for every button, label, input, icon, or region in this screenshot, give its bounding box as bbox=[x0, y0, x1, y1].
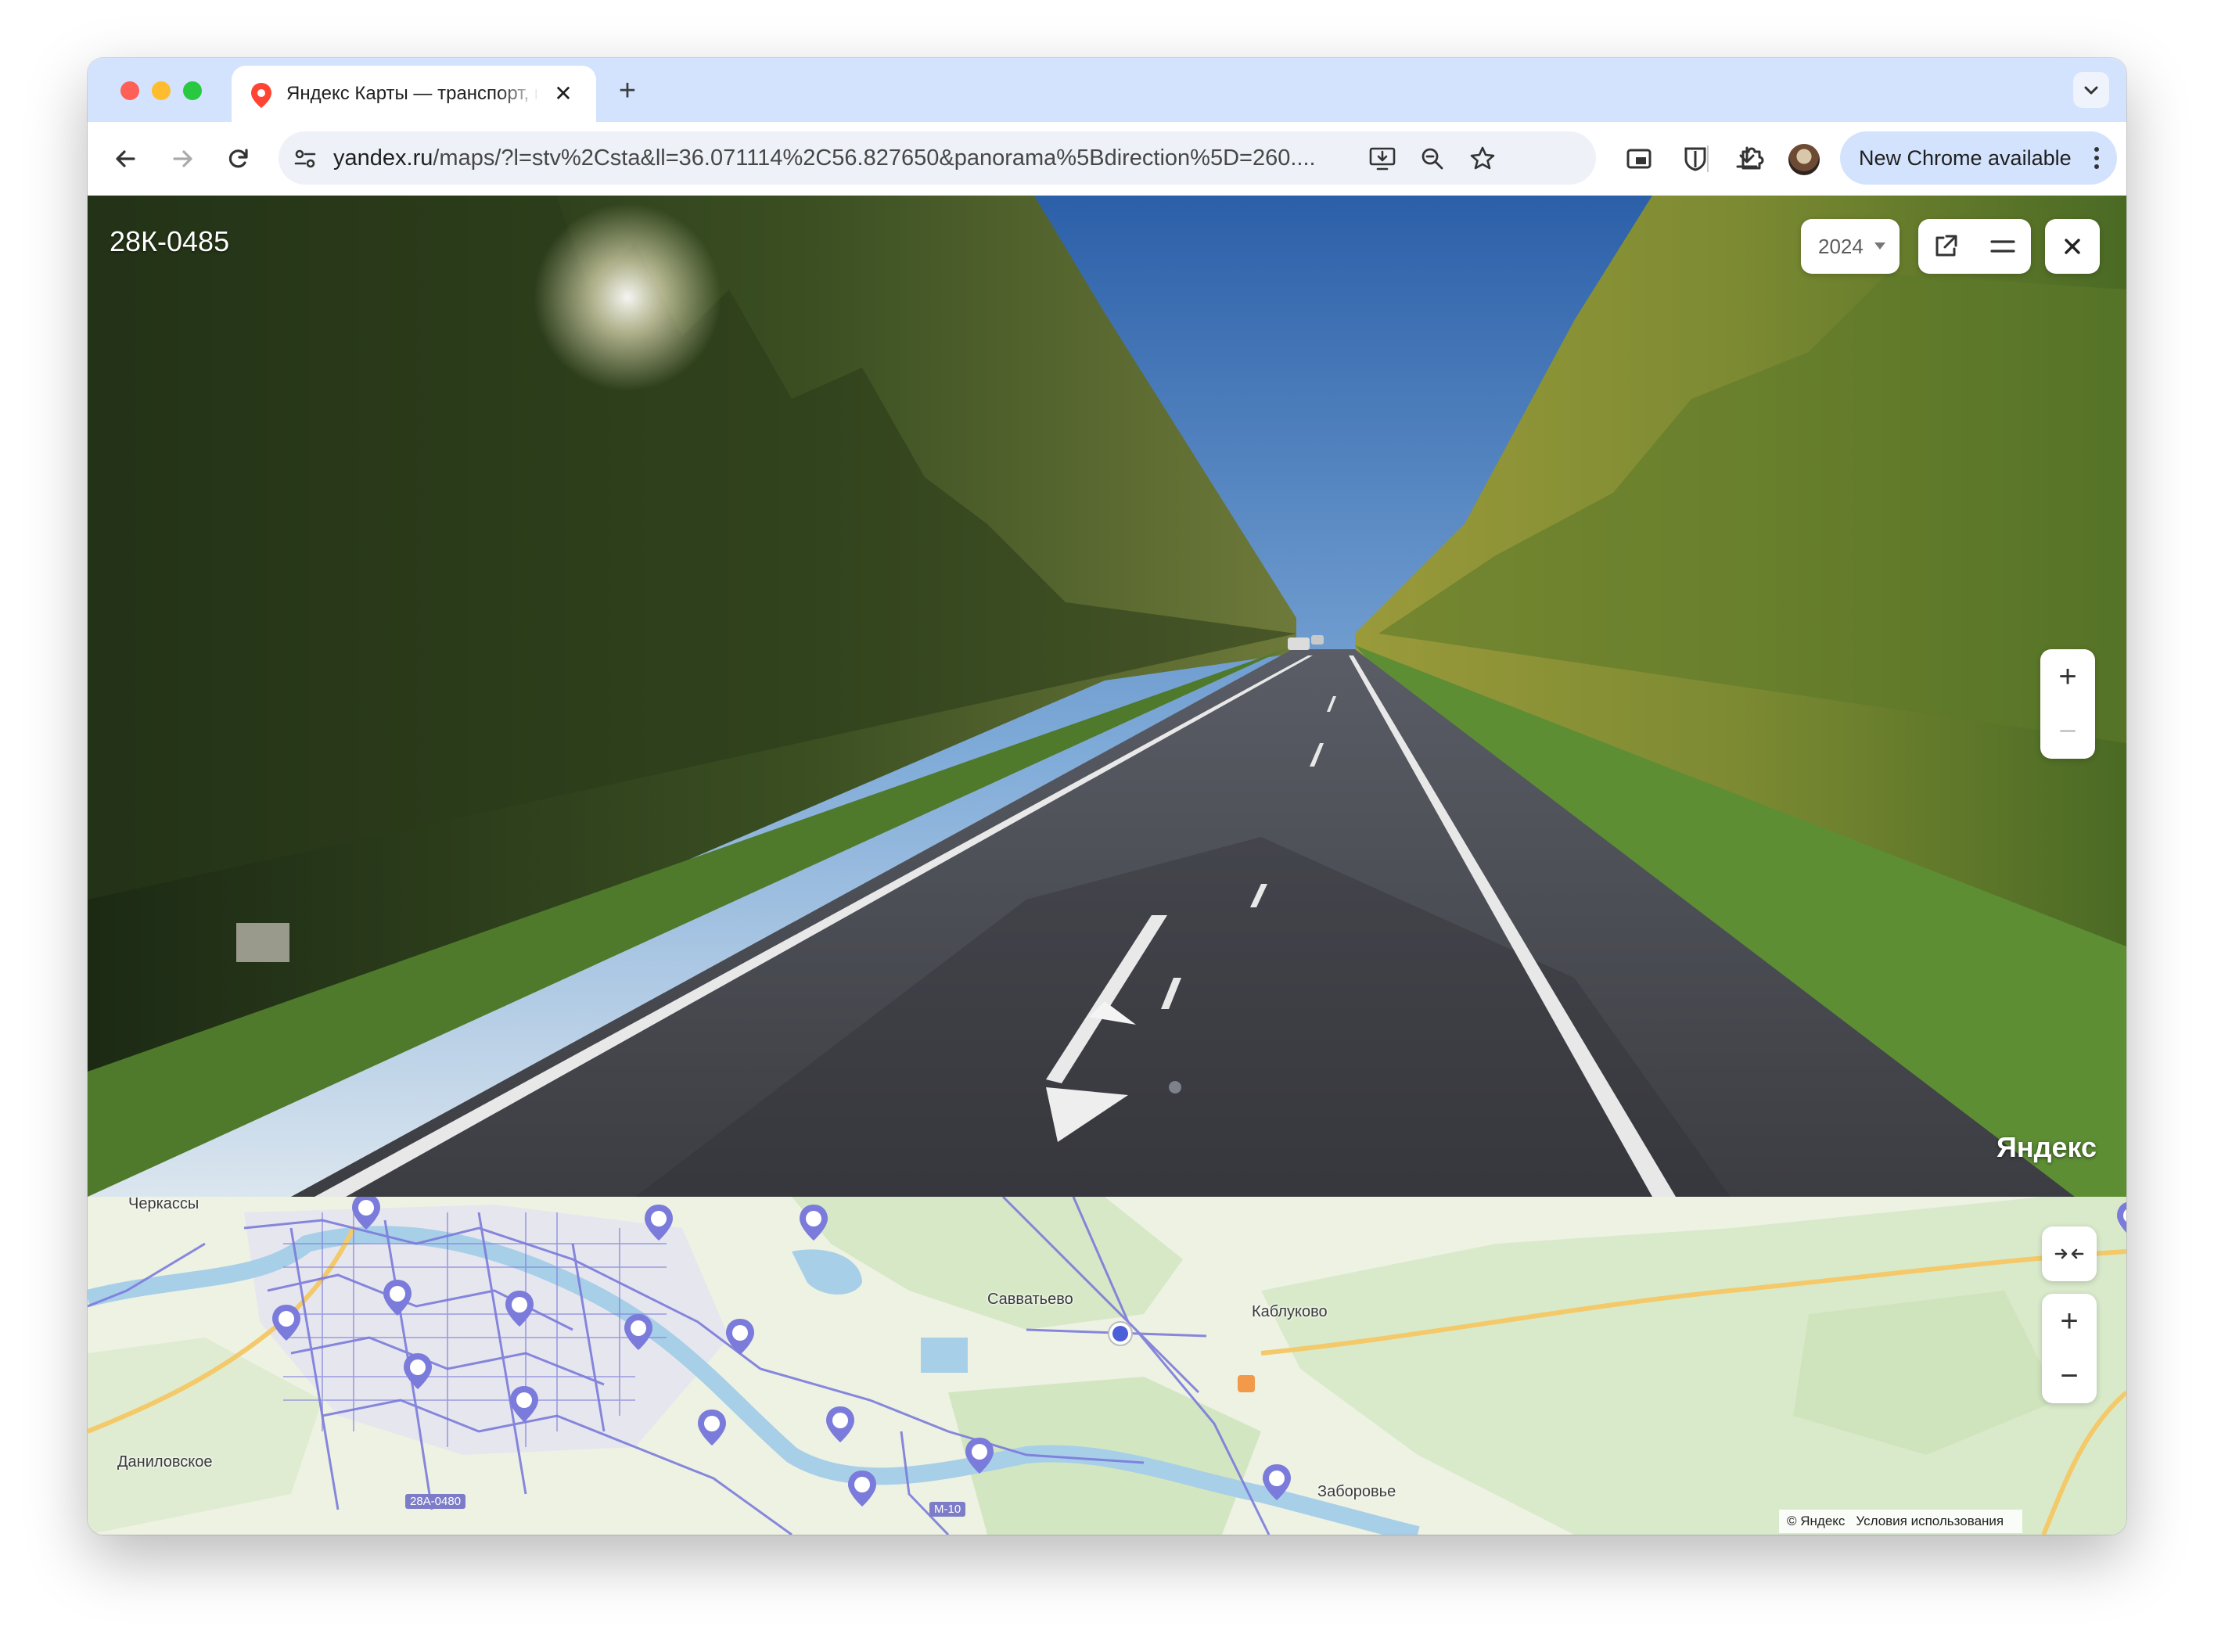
url-path: /maps/?l=stv%2Csta&ll=36.071114%2C56.827… bbox=[433, 145, 1316, 171]
collapse-map-button[interactable] bbox=[2042, 1226, 2097, 1281]
profile-avatar[interactable] bbox=[1788, 144, 1820, 175]
panorama-zoom-controls: + − bbox=[2040, 649, 2095, 759]
transit-stop-icon[interactable] bbox=[723, 1317, 757, 1356]
zoom-icon[interactable] bbox=[1418, 144, 1447, 174]
transit-stop-icon[interactable] bbox=[695, 1408, 729, 1447]
maximize-window-button[interactable] bbox=[183, 81, 202, 100]
browser-window: Яндекс Карты — транспорт, навигация, пои… bbox=[88, 58, 2126, 1535]
split-view-button[interactable] bbox=[1975, 219, 2031, 274]
arrow-left-icon bbox=[116, 150, 135, 167]
forward-button[interactable] bbox=[164, 141, 200, 177]
browser-toolbar: yandex.ru/maps/?l=stv%2Csta&ll=36.071114… bbox=[88, 122, 2126, 196]
panorama-view-controls bbox=[1918, 219, 2031, 274]
tab-strip: Яндекс Карты — транспорт, навигация, пои… bbox=[88, 58, 2126, 122]
caret-down-icon bbox=[1874, 242, 1885, 250]
toolbar-separator bbox=[1707, 145, 1709, 172]
update-label: New Chrome available bbox=[1859, 146, 2072, 170]
arrow-right-icon bbox=[173, 150, 192, 167]
reload-icon bbox=[228, 149, 248, 168]
yandex-logo: Яндекс bbox=[1997, 1131, 2097, 1163]
transit-stop-icon[interactable] bbox=[642, 1203, 676, 1242]
transit-stop-icon[interactable] bbox=[621, 1313, 656, 1352]
tab-search-button[interactable] bbox=[2073, 72, 2109, 108]
transit-stop-icon[interactable] bbox=[507, 1384, 541, 1424]
panorama-zoom-in-button[interactable]: + bbox=[2040, 649, 2095, 704]
bookmark-star-icon[interactable] bbox=[1468, 144, 1497, 174]
road-badge-28a-0480: 28А-0480 bbox=[405, 1494, 466, 1509]
map-label-zaborovye: Заборовье bbox=[1317, 1483, 1396, 1500]
map-zoom-controls: + − bbox=[2042, 1294, 2097, 1403]
map-label-cherkassy: Черкассы bbox=[128, 1197, 199, 1212]
transit-stop-icon[interactable] bbox=[502, 1289, 537, 1328]
back-button[interactable] bbox=[108, 141, 144, 177]
new-chrome-available-button[interactable]: New Chrome available bbox=[1840, 131, 2117, 185]
map-zoom-out-button[interactable]: − bbox=[2042, 1349, 2097, 1403]
download-icon bbox=[1736, 146, 1758, 168]
map-attribution: © Яндекс Условия использования bbox=[1779, 1510, 2023, 1533]
transit-stop-icon[interactable] bbox=[380, 1278, 415, 1317]
transit-stop-icon[interactable] bbox=[349, 1197, 383, 1231]
map-label-savvatyevo: Савватьево bbox=[987, 1291, 1073, 1308]
close-panorama-button[interactable] bbox=[2045, 219, 2100, 274]
transit-stop-icon[interactable] bbox=[823, 1405, 857, 1444]
picture-in-picture-icon bbox=[1626, 149, 1652, 169]
map-pin-icon bbox=[251, 83, 271, 108]
map-zoom-in-button[interactable]: + bbox=[2042, 1294, 2097, 1349]
download-button[interactable] bbox=[1729, 141, 1765, 177]
open-in-new-window-button[interactable] bbox=[1918, 219, 1975, 274]
street-panorama[interactable]: 28К-0485 2024 + − Яндекс bbox=[88, 196, 2126, 1197]
transit-stop-icon[interactable] bbox=[401, 1352, 435, 1391]
transit-stop-icon[interactable] bbox=[796, 1203, 831, 1242]
picture-in-picture-button[interactable] bbox=[1621, 141, 1657, 177]
road-name-label: 28К-0485 bbox=[110, 225, 230, 257]
transit-stop-icon[interactable] bbox=[1260, 1463, 1294, 1502]
transit-stop-icon[interactable] bbox=[962, 1436, 997, 1475]
transit-stop-icon[interactable] bbox=[845, 1469, 879, 1508]
panorama-zoom-out-button[interactable]: − bbox=[2040, 704, 2095, 759]
split-view-icon bbox=[1990, 240, 2015, 253]
reload-button[interactable] bbox=[221, 141, 257, 177]
copyright-text: © Яндекс bbox=[1787, 1514, 1846, 1528]
minimize-window-button[interactable] bbox=[152, 81, 171, 100]
map-label-danilovskoe: Даниловское bbox=[117, 1453, 213, 1471]
map-label-kablukovo: Каблуково bbox=[1252, 1303, 1328, 1320]
url-host: yandex.ru bbox=[333, 145, 433, 171]
tab-yandex-maps[interactable]: Яндекс Карты — транспорт, навигация, пои… bbox=[232, 66, 596, 122]
road-badge-m10: М-10 bbox=[929, 1502, 966, 1517]
url-text[interactable]: yandex.ru/maps/?l=stv%2Csta&ll=36.071114… bbox=[333, 145, 1342, 172]
external-link-icon bbox=[1935, 235, 1957, 257]
year-value: 2024 bbox=[1818, 235, 1864, 258]
install-app-icon[interactable] bbox=[1368, 144, 1397, 174]
close-window-button[interactable] bbox=[120, 81, 139, 100]
mini-map[interactable]: Черкассы Савватьево Каблуково Даниловско… bbox=[88, 1197, 2126, 1535]
close-icon bbox=[2065, 239, 2080, 254]
chevron-down-icon bbox=[2084, 86, 2098, 95]
more-vertical-icon bbox=[2094, 147, 2099, 169]
terms-of-use-link[interactable]: Условия использования bbox=[1856, 1514, 2004, 1528]
site-settings-icon[interactable] bbox=[291, 145, 319, 173]
address-bar[interactable]: yandex.ru/maps/?l=stv%2Csta&ll=36.071114… bbox=[279, 131, 1596, 185]
collapse-arrows-icon bbox=[2054, 1248, 2084, 1259]
tab-title-fade bbox=[498, 80, 541, 108]
new-tab-button[interactable]: + bbox=[612, 75, 643, 106]
transit-stop-icon[interactable] bbox=[269, 1303, 304, 1342]
tab-close-button[interactable]: ✕ bbox=[549, 80, 577, 108]
year-select[interactable]: 2024 bbox=[1801, 219, 1900, 274]
map-canvas bbox=[88, 1197, 2126, 1535]
panorama-scene bbox=[88, 196, 2126, 1197]
transit-stop-icon[interactable] bbox=[2114, 1200, 2126, 1239]
